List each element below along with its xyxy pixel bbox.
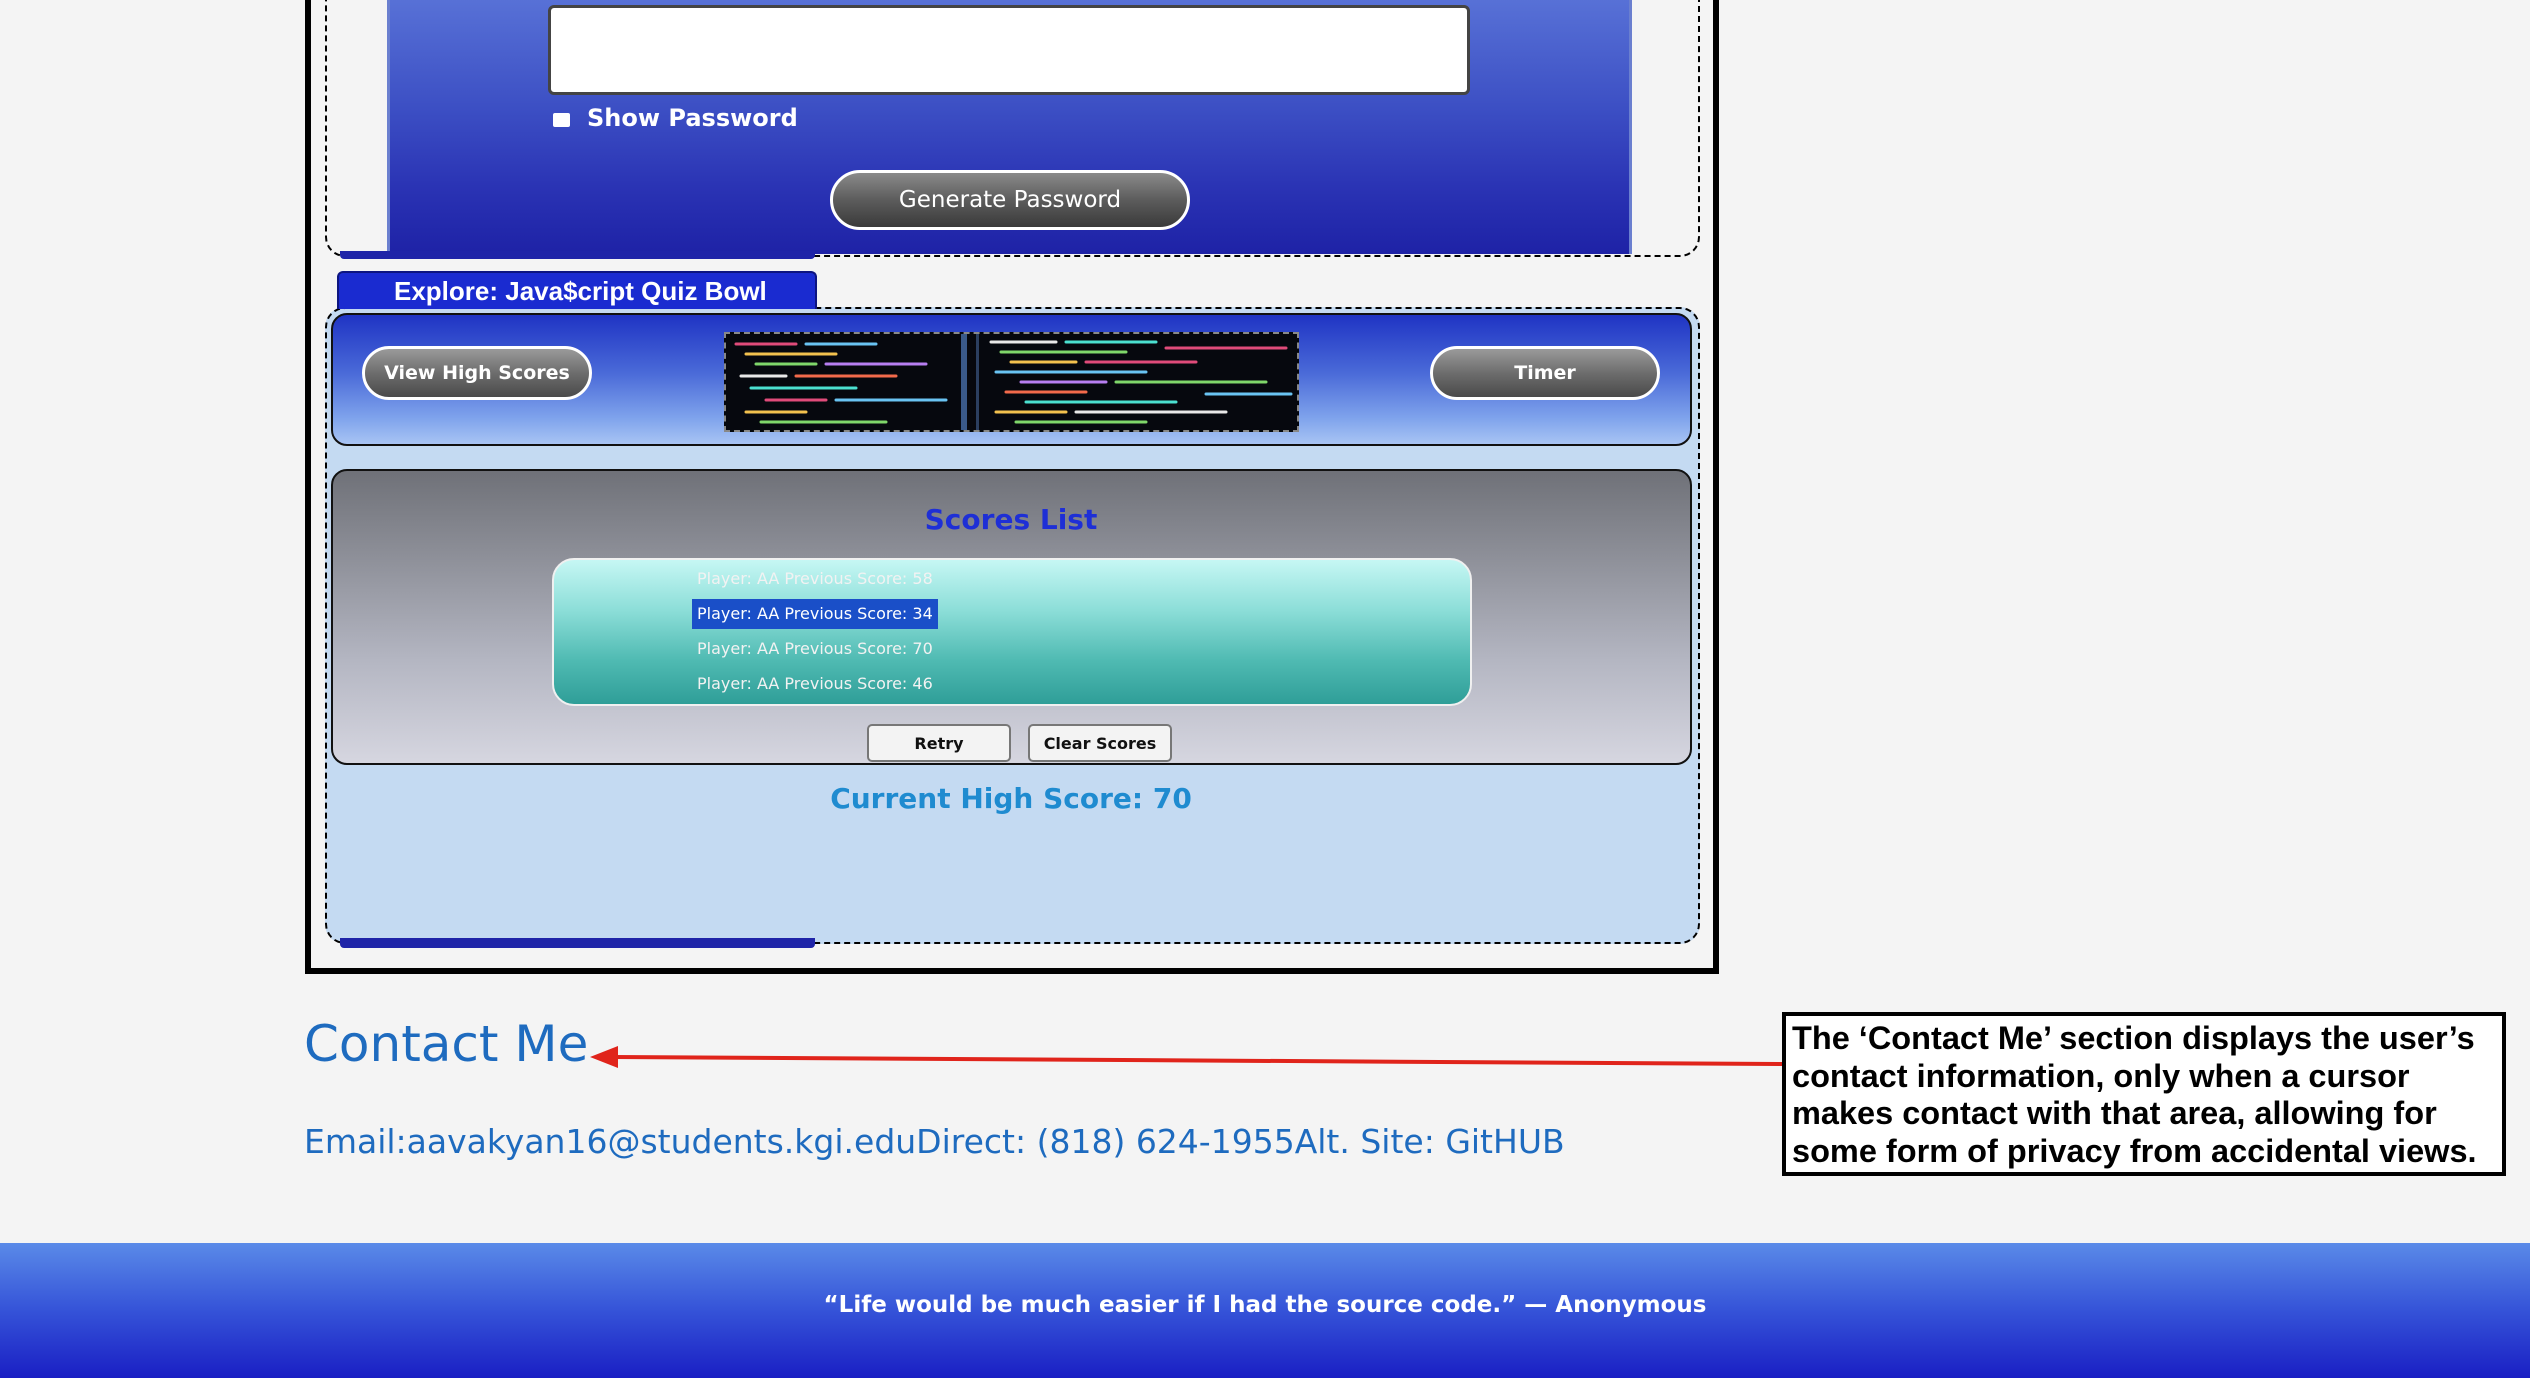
annotation-line: The ‘Contact Me’ section displays the us… xyxy=(1792,1020,2475,1056)
contact-heading: Contact Me xyxy=(304,1015,589,1073)
timer-button[interactable]: Timer xyxy=(1430,346,1660,400)
generate-password-button[interactable]: Generate Password xyxy=(830,170,1190,230)
clear-scores-button[interactable]: Clear Scores xyxy=(1028,724,1172,762)
show-password-checkbox[interactable] xyxy=(553,113,570,127)
score-list-item[interactable]: Player: AA Previous Score: 70 xyxy=(692,634,938,664)
annotation-line: makes contact with that area, allowing f… xyxy=(1792,1095,2437,1131)
view-high-scores-button[interactable]: View High Scores xyxy=(362,346,592,400)
retry-button[interactable]: Retry xyxy=(867,724,1011,762)
show-password-label: Show Password xyxy=(587,104,798,132)
score-list-item[interactable]: Player: AA Previous Score: 58 xyxy=(692,564,938,594)
section-tab-edge xyxy=(340,938,815,948)
footer-quote: “Life would be much easier if I had the … xyxy=(823,1292,1707,1318)
quiz-section-tab[interactable]: Explore: Java$cript Quiz Bowl xyxy=(337,271,817,309)
scores-list-title: Scores List xyxy=(924,503,1098,536)
current-high-score: Current High Score: 70 xyxy=(830,782,1192,815)
password-output-field[interactable] xyxy=(548,5,1470,95)
score-list-item-selected[interactable]: Player: AA Previous Score: 34 xyxy=(692,599,938,629)
score-list-item[interactable]: Player: AA Previous Score: 46 xyxy=(692,669,938,699)
section-tab-edge xyxy=(340,251,815,259)
annotation-callout: The ‘Contact Me’ section displays the us… xyxy=(1782,1012,2506,1176)
annotation-line: contact information, only when a cursor xyxy=(1792,1057,2410,1094)
contact-details[interactable]: Email:aavakyan16@students.kgi.eduDirect:… xyxy=(304,1122,1565,1161)
code-screenshot-image xyxy=(724,332,1299,432)
annotation-line: some form of privacy from accidental vie… xyxy=(1792,1132,2477,1169)
scores-listbox[interactable] xyxy=(552,558,1472,706)
